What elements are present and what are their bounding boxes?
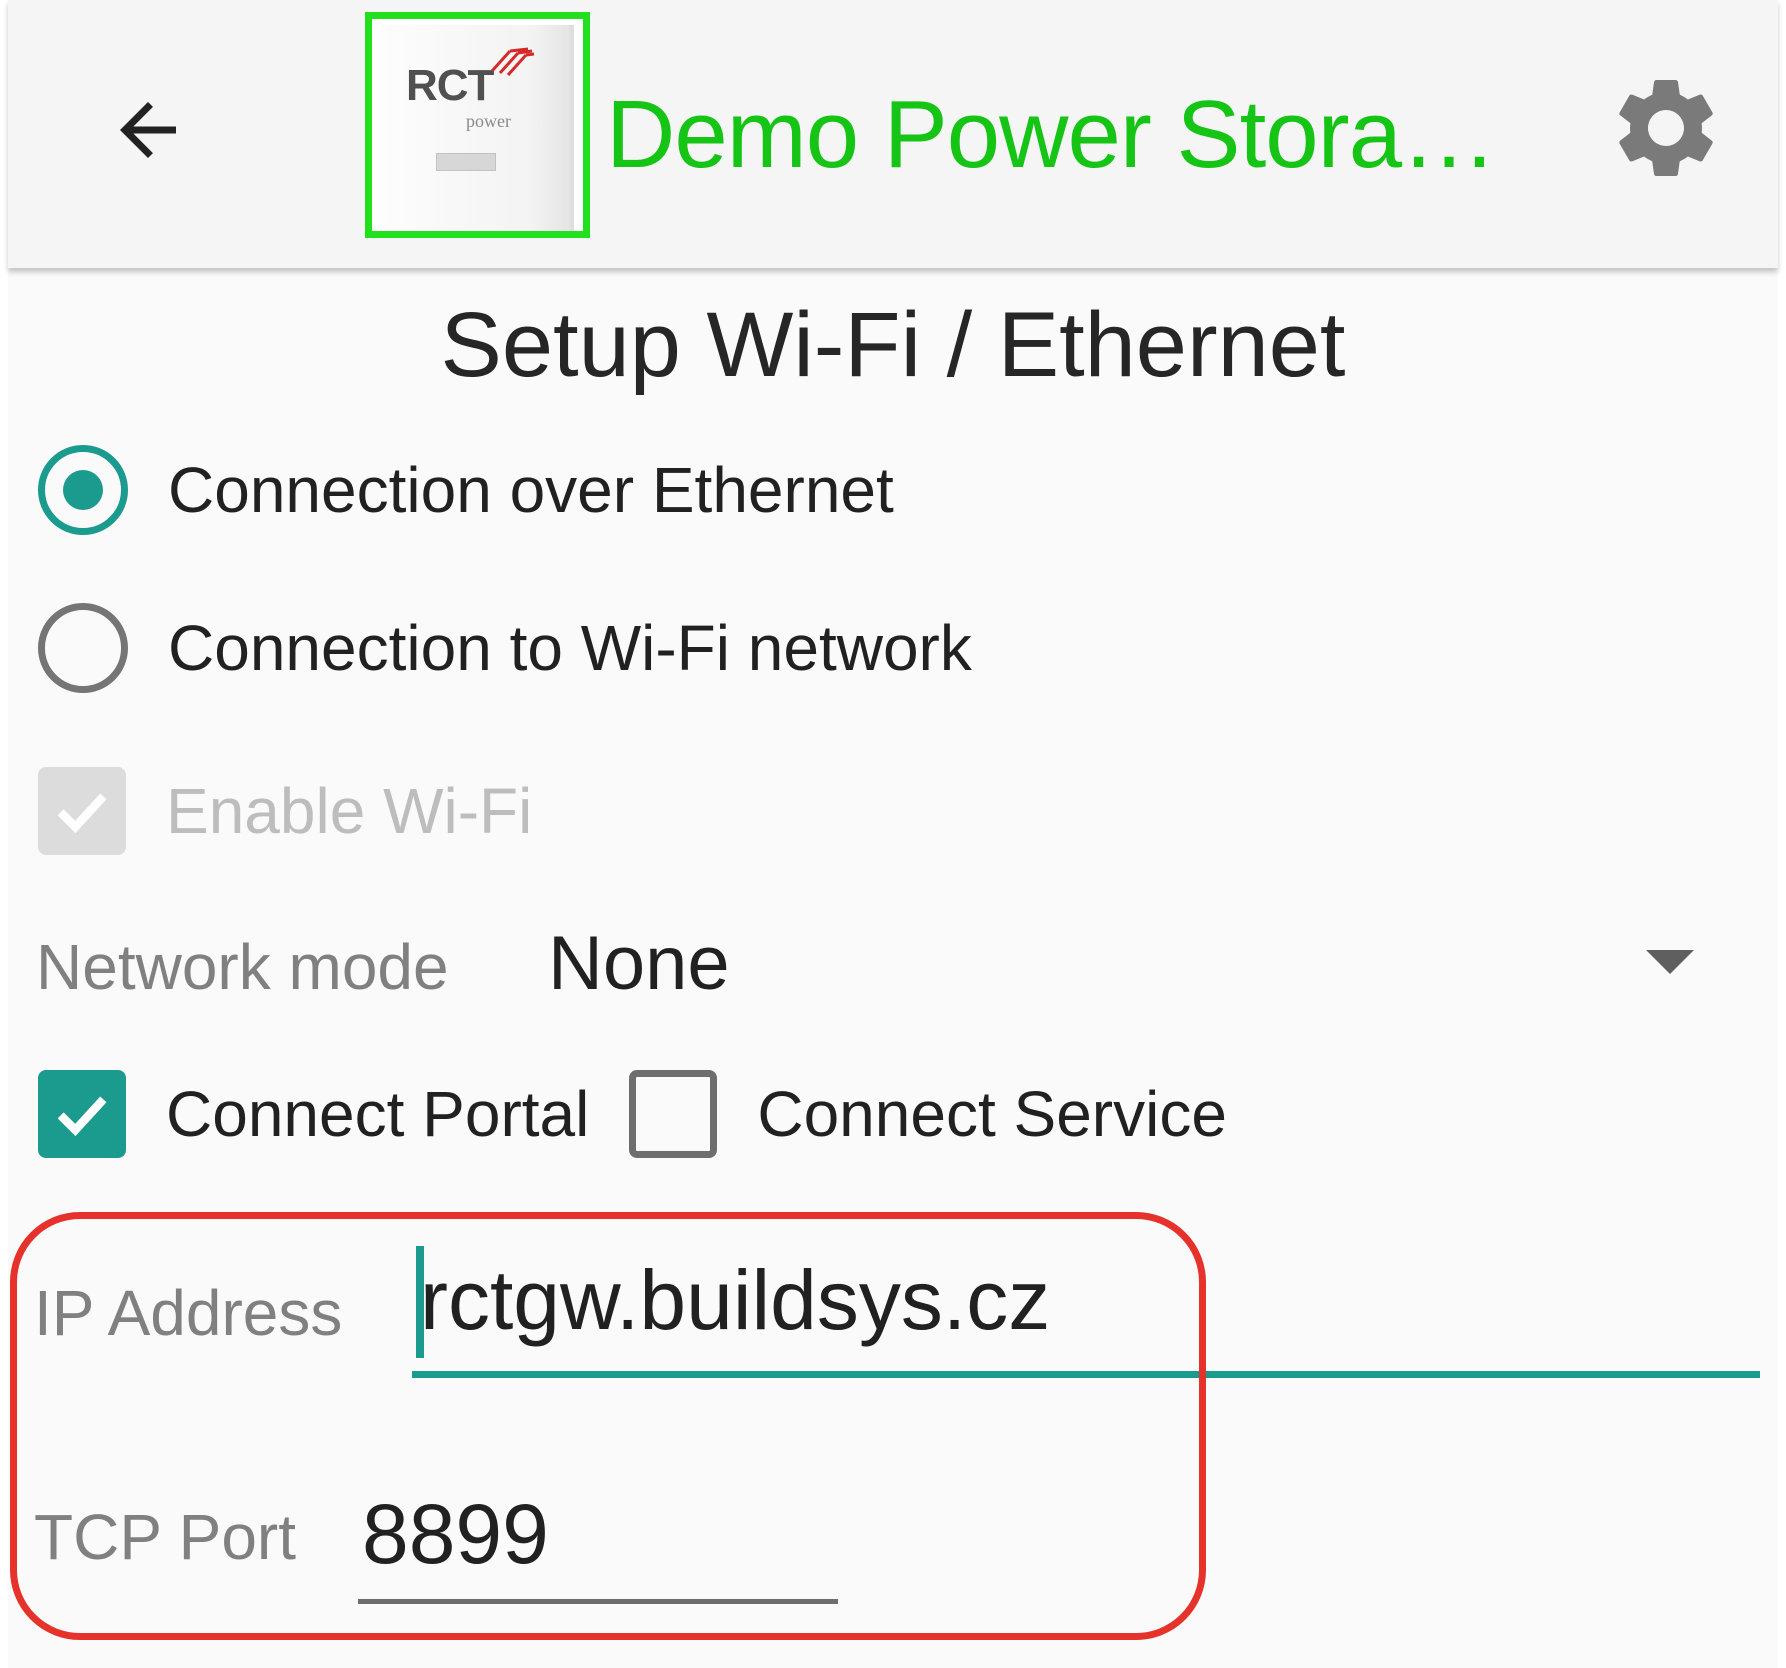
- radio-option-wifi[interactable]: Connection to Wi-Fi network: [38, 603, 972, 693]
- text-cursor: [416, 1246, 424, 1358]
- check-icon: [57, 793, 107, 834]
- connect-service-checkbox[interactable]: [629, 1070, 718, 1158]
- ethernet-radio[interactable]: [38, 445, 128, 535]
- back-button[interactable]: [98, 80, 198, 180]
- network-mode-label: Network mode: [36, 931, 449, 1003]
- ip-address-value: rctgw.buildsys.cz: [420, 1253, 1051, 1347]
- check-icon: [57, 1096, 107, 1137]
- device-logo[interactable]: RCT power: [365, 12, 590, 238]
- ip-address-input[interactable]: rctgw.buildsys.cz: [412, 1248, 1760, 1378]
- enable-wifi-label: Enable Wi-Fi: [166, 775, 533, 847]
- enable-wifi-row: Enable Wi-Fi: [38, 767, 532, 855]
- app-title: Demo Power Stora…: [606, 81, 1497, 188]
- tcp-port-input[interactable]: 8899: [358, 1478, 838, 1604]
- page-title: Setup Wi-Fi / Ethernet: [440, 294, 1346, 396]
- connect-portal-checkbox[interactable]: [38, 1070, 126, 1158]
- settings-button[interactable]: [1606, 68, 1726, 188]
- gear-icon: [1619, 80, 1713, 176]
- ethernet-radio-label: Connection over Ethernet: [168, 454, 894, 526]
- dropdown-arrow-icon[interactable]: [1646, 950, 1694, 974]
- radio-option-ethernet[interactable]: Connection over Ethernet: [38, 445, 894, 535]
- network-mode-select[interactable]: None: [548, 920, 730, 1007]
- logo-mark-icon: [490, 47, 535, 77]
- connect-portal-label: Connect Portal: [166, 1078, 590, 1150]
- arrow-left-icon: [120, 102, 176, 158]
- device-label: [436, 153, 496, 171]
- enable-wifi-checkbox: [38, 767, 126, 855]
- connect-service-label: Connect Service: [757, 1078, 1227, 1150]
- app-bar: RCT power Demo Power Stora…: [8, 0, 1778, 268]
- wifi-radio-label: Connection to Wi-Fi network: [168, 612, 972, 684]
- logo-brand: RCT: [406, 61, 494, 110]
- tcp-port-value: 8899: [362, 1487, 549, 1581]
- device-image: RCT power: [380, 25, 574, 231]
- logo-subtext: power: [466, 111, 511, 131]
- wifi-radio[interactable]: [38, 603, 128, 693]
- tcp-port-label: TCP Port: [34, 1501, 296, 1573]
- screen: RCT power Demo Power Stora… Setup Wi-Fi …: [8, 0, 1778, 1668]
- connect-options-row: Connect Portal Connect Service: [38, 1070, 1227, 1158]
- ip-address-label: IP Address: [34, 1277, 343, 1349]
